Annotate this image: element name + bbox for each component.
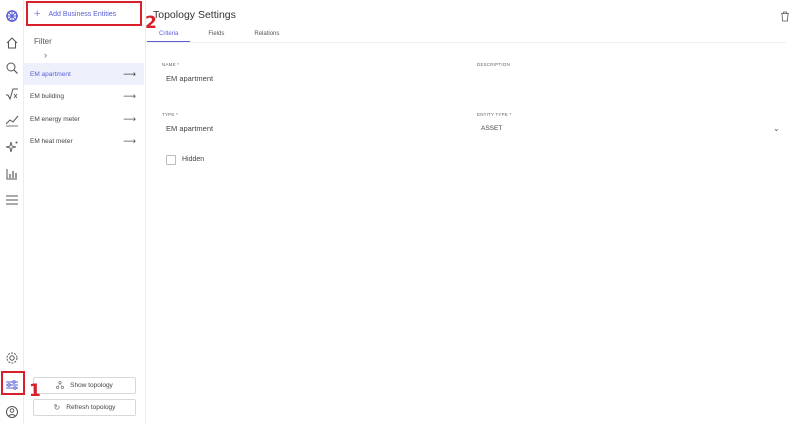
settings-icon[interactable]	[4, 350, 20, 366]
entity-type-field-label: ENTITY TYPE *	[477, 112, 512, 117]
chevron-down-icon[interactable]: ⌄	[773, 124, 780, 133]
topology-icon	[56, 380, 65, 391]
tab-criteria[interactable]: Criteria	[147, 29, 191, 42]
arrow-right-icon: ⟶	[123, 113, 136, 124]
entity-type-select[interactable]: ASSET	[481, 125, 502, 132]
filter-label[interactable]: Filter	[34, 37, 52, 46]
menu-icon[interactable]	[4, 192, 20, 208]
entity-list: EM apartment ⟶ EM building ⟶ EM energy m…	[24, 63, 144, 153]
formula-icon[interactable]	[4, 86, 20, 102]
description-field-label: DESCRIPTION	[477, 62, 510, 67]
name-field-label: NAME *	[162, 62, 180, 67]
highlight-box-2	[26, 1, 142, 26]
entity-item-em-heat-meter[interactable]: EM heat meter ⟶	[24, 131, 144, 153]
chevron-right-icon[interactable]: ›	[44, 50, 47, 60]
tab-fields[interactable]: Fields	[196, 29, 236, 42]
icon-rail	[0, 0, 24, 424]
name-field[interactable]: EM apartment	[166, 74, 213, 83]
refresh-topology-button[interactable]: ↻ Refresh topology	[33, 399, 136, 416]
list-item-label: EM heat meter	[30, 138, 73, 145]
search-icon[interactable]	[4, 60, 20, 76]
highlight-box-1	[1, 371, 25, 395]
show-topology-label: Show topology	[70, 382, 113, 389]
user-icon[interactable]	[4, 404, 20, 420]
hidden-checkbox-label: Hidden	[182, 156, 205, 163]
arrow-right-icon: ⟶	[123, 91, 136, 101]
type-field-label: TYPE *	[162, 112, 178, 117]
list-item-label: EM energy meter	[30, 115, 80, 123]
page-title: Topology Settings	[153, 9, 236, 21]
trend-icon[interactable]	[4, 112, 20, 128]
refresh-topology-label: Refresh topology	[66, 404, 116, 411]
logo-icon[interactable]	[4, 8, 20, 24]
main-content: Topology Settings Criteria Fields Relati…	[146, 0, 800, 424]
arrow-right-icon: ⟶	[123, 136, 136, 146]
type-field[interactable]: EM apartment	[166, 124, 213, 133]
home-icon[interactable]	[4, 35, 20, 51]
sparkle-icon[interactable]	[4, 139, 20, 155]
arrow-right-icon: ⟶	[123, 68, 136, 79]
list-item-label: EM building	[30, 93, 64, 100]
entity-item-em-building[interactable]: EM building ⟶	[24, 86, 144, 108]
entity-item-em-apartment[interactable]: EM apartment ⟶	[24, 63, 144, 85]
hidden-checkbox[interactable]	[166, 155, 176, 165]
list-item-label: EM apartment	[30, 70, 71, 78]
trash-icon[interactable]	[780, 9, 790, 22]
refresh-icon: ↻	[53, 403, 61, 412]
entity-item-em-energy-meter[interactable]: EM energy meter ⟶	[24, 108, 144, 130]
show-topology-button[interactable]: Show topology	[33, 377, 136, 394]
tab-bar: Criteria Fields Relations	[147, 29, 297, 42]
tab-divider	[146, 42, 786, 43]
entities-panel: + Add Business Entities Filter › EM apar…	[24, 0, 146, 424]
marker-1: 1	[29, 381, 41, 401]
tab-relations[interactable]: Relations	[242, 29, 291, 42]
chart-icon[interactable]	[4, 166, 20, 182]
